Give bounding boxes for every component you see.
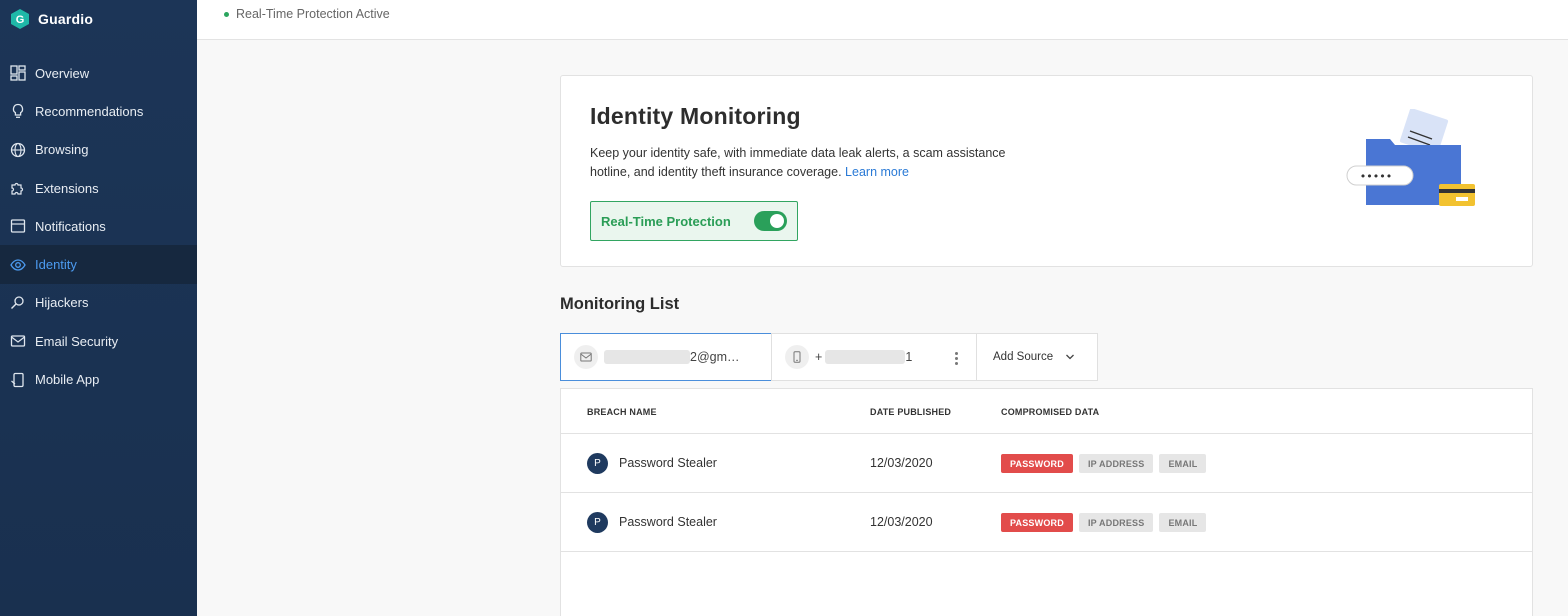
sidebar-item-label: Browsing <box>35 142 89 158</box>
compromised-data-tags: PASSWORD IP ADDRESS EMAIL <box>1001 454 1207 473</box>
source-tabs: 2@gm… + 1 Add Source <box>560 333 1098 382</box>
real-time-protection-box: Real-Time Protection <box>590 201 798 241</box>
breach-name: Password Stealer <box>619 515 717 529</box>
identity-description: Keep your identity safe, with immediate … <box>590 144 1010 182</box>
table-row[interactable]: P Password Stealer 12/03/2020 PASSWORD I… <box>561 434 1532 493</box>
tag-email: EMAIL <box>1159 454 1207 473</box>
add-source-button[interactable]: Add Source <box>976 333 1098 381</box>
puzzle-icon <box>10 180 26 196</box>
sidebar-item-label: Recommendations <box>35 103 144 119</box>
tag-ip-address: IP ADDRESS <box>1078 513 1154 532</box>
sidebar-item-email-security[interactable]: Email Security <box>0 322 197 360</box>
status-dot-icon <box>224 11 229 17</box>
chevron-down-icon <box>1065 352 1075 362</box>
mobile-icon <box>10 372 26 388</box>
tag-password: PASSWORD <box>1001 513 1073 532</box>
guardio-logo-icon: G <box>10 8 30 30</box>
sidebar-item-browsing[interactable]: Browsing <box>0 131 197 169</box>
source-email-value: 2@gm… <box>604 350 740 364</box>
table-row[interactable]: P Password Stealer 12/03/2020 PASSWORD I… <box>561 493 1532 552</box>
search-person-icon <box>10 295 26 311</box>
status-text: Real-Time Protection Active <box>236 7 390 21</box>
breach-date: 12/03/2020 <box>870 515 933 529</box>
sidebar-item-overview[interactable]: Overview <box>0 54 197 92</box>
lightbulb-icon <box>10 103 26 119</box>
tag-email: EMAIL <box>1159 513 1207 532</box>
toggle-knob <box>770 214 784 228</box>
brand[interactable]: G Guardio <box>10 8 93 30</box>
breach-avatar: P <box>587 512 608 533</box>
phone-suffix: 1 <box>905 350 913 364</box>
breach-name: Password Stealer <box>619 456 717 470</box>
tag-password: PASSWORD <box>1001 454 1073 473</box>
sidebar: G Guardio Overview Recommendations Brows… <box>0 0 197 616</box>
monitoring-list-title: Monitoring List <box>560 295 680 313</box>
breach-avatar: P <box>587 453 608 474</box>
description-text: Keep your identity safe, with immediate … <box>590 146 1006 179</box>
sidebar-item-identity[interactable]: Identity <box>0 245 197 284</box>
source-phone-value: + 1 <box>815 350 912 364</box>
add-source-label: Add Source <box>993 351 1054 363</box>
tag-ip-address: IP ADDRESS <box>1078 454 1154 473</box>
phone-icon <box>785 345 809 369</box>
phone-prefix: + <box>815 350 823 364</box>
redacted-email <box>604 350 690 364</box>
page-title: Identity Monitoring <box>590 103 801 129</box>
real-time-protection-label: Real-Time Protection <box>601 213 731 229</box>
sidebar-item-label: Overview <box>35 65 90 81</box>
mail-icon <box>574 345 598 369</box>
redacted-phone <box>825 350 906 364</box>
sidebar-item-notifications[interactable]: Notifications <box>0 207 197 245</box>
app-name: Guardio <box>38 11 94 27</box>
sidebar-item-label: Email Security <box>35 333 119 349</box>
source-phone-tab[interactable]: + 1 <box>771 333 977 381</box>
protection-status: Real-Time Protection Active <box>224 7 390 21</box>
bell-icon <box>10 218 26 234</box>
svg-text:G: G <box>16 14 25 26</box>
identity-monitoring-card: Identity Monitoring Keep your identity s… <box>560 75 1533 267</box>
identity-illustration: ••••• <box>1346 108 1476 209</box>
column-header-breach-name: BREACH NAME <box>587 407 657 417</box>
globe-icon <box>10 142 26 158</box>
more-options-icon[interactable] <box>948 348 964 368</box>
sidebar-item-mobile-app[interactable]: Mobile App <box>0 360 197 398</box>
sidebar-item-extensions[interactable]: Extensions <box>0 169 197 207</box>
column-header-compromised-data: COMPROMISED DATA <box>1001 407 1100 417</box>
sidebar-item-label: Identity <box>35 257 77 273</box>
learn-more-link[interactable]: Learn more <box>845 165 909 179</box>
compromised-data-tags: PASSWORD IP ADDRESS EMAIL <box>1001 513 1207 532</box>
sidebar-item-recommendations[interactable]: Recommendations <box>0 92 197 130</box>
sidebar-nav: Overview Recommendations Browsing Extens… <box>0 54 197 399</box>
email-suffix: 2@gm… <box>690 350 740 364</box>
eye-icon <box>10 257 26 273</box>
sidebar-item-label: Extensions <box>35 180 99 196</box>
table-header: BREACH NAME DATE PUBLISHED COMPROMISED D… <box>561 389 1532 434</box>
sidebar-item-label: Hijackers <box>35 295 89 311</box>
breach-date: 12/03/2020 <box>870 456 933 470</box>
sidebar-item-label: Mobile App <box>35 372 100 388</box>
sidebar-item-label: Notifications <box>35 218 106 234</box>
mail-icon <box>10 333 26 349</box>
real-time-protection-toggle[interactable] <box>754 211 787 231</box>
sidebar-item-hijackers[interactable]: Hijackers <box>0 284 197 322</box>
breach-table: BREACH NAME DATE PUBLISHED COMPROMISED D… <box>560 388 1533 616</box>
column-header-date-published: DATE PUBLISHED <box>870 407 952 417</box>
top-bar: Real-Time Protection Active <box>197 0 1568 40</box>
password-dots: ••••• <box>1360 170 1392 183</box>
dashboard-icon <box>10 65 26 81</box>
source-email-tab[interactable]: 2@gm… <box>560 333 772 381</box>
